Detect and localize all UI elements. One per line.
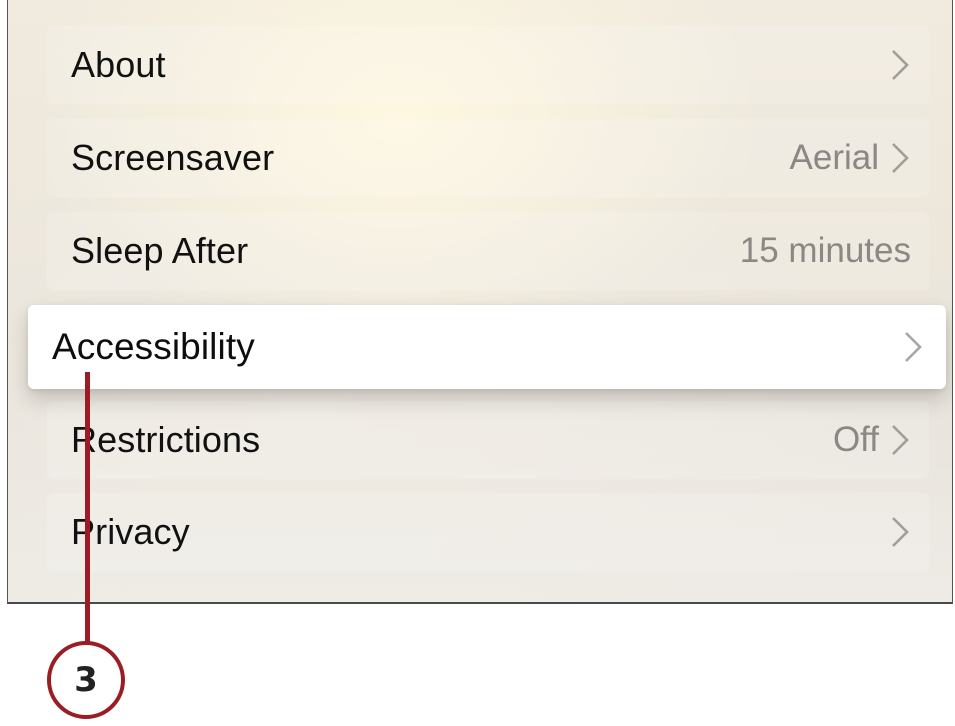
- settings-item-right: Off: [833, 420, 911, 460]
- settings-item-screensaver[interactable]: Screensaver Aerial: [47, 119, 929, 197]
- settings-item-accessibility[interactable]: Accessibility: [28, 305, 946, 389]
- settings-item-value: Off: [832, 420, 879, 459]
- settings-item-right: 15 minutes: [740, 231, 911, 271]
- settings-item-right: [902, 330, 924, 364]
- settings-item-privacy[interactable]: Privacy: [47, 493, 929, 571]
- settings-item-label: Screensaver: [71, 137, 275, 178]
- settings-item-right: [889, 48, 911, 82]
- chevron-right-icon: [892, 143, 909, 173]
- settings-item-sleep-after[interactable]: Sleep After 15 minutes: [47, 212, 929, 290]
- settings-screen: About Screensaver Aerial Sleep After 15 …: [7, 0, 953, 604]
- chevron-right-icon: [892, 425, 909, 455]
- settings-item-label: Restrictions: [71, 419, 261, 460]
- settings-item-label: Accessibility: [52, 326, 255, 367]
- settings-item-value: 15 minutes: [739, 231, 911, 270]
- settings-item-value: Aerial: [789, 138, 879, 177]
- settings-item-label: Sleep After: [71, 230, 249, 271]
- step-callout-number: 3: [74, 660, 98, 700]
- settings-item-right: Aerial: [790, 138, 911, 178]
- settings-item-about[interactable]: About: [47, 26, 929, 104]
- settings-item-restrictions[interactable]: Restrictions Off: [47, 401, 929, 479]
- settings-item-right: [889, 515, 911, 549]
- settings-item-label: About: [71, 44, 166, 85]
- chevron-right-icon: [892, 50, 909, 80]
- callout-leader-line: [85, 372, 90, 658]
- step-callout-badge: 3: [47, 641, 125, 719]
- chevron-right-icon: [905, 332, 922, 362]
- chevron-right-icon: [892, 517, 909, 547]
